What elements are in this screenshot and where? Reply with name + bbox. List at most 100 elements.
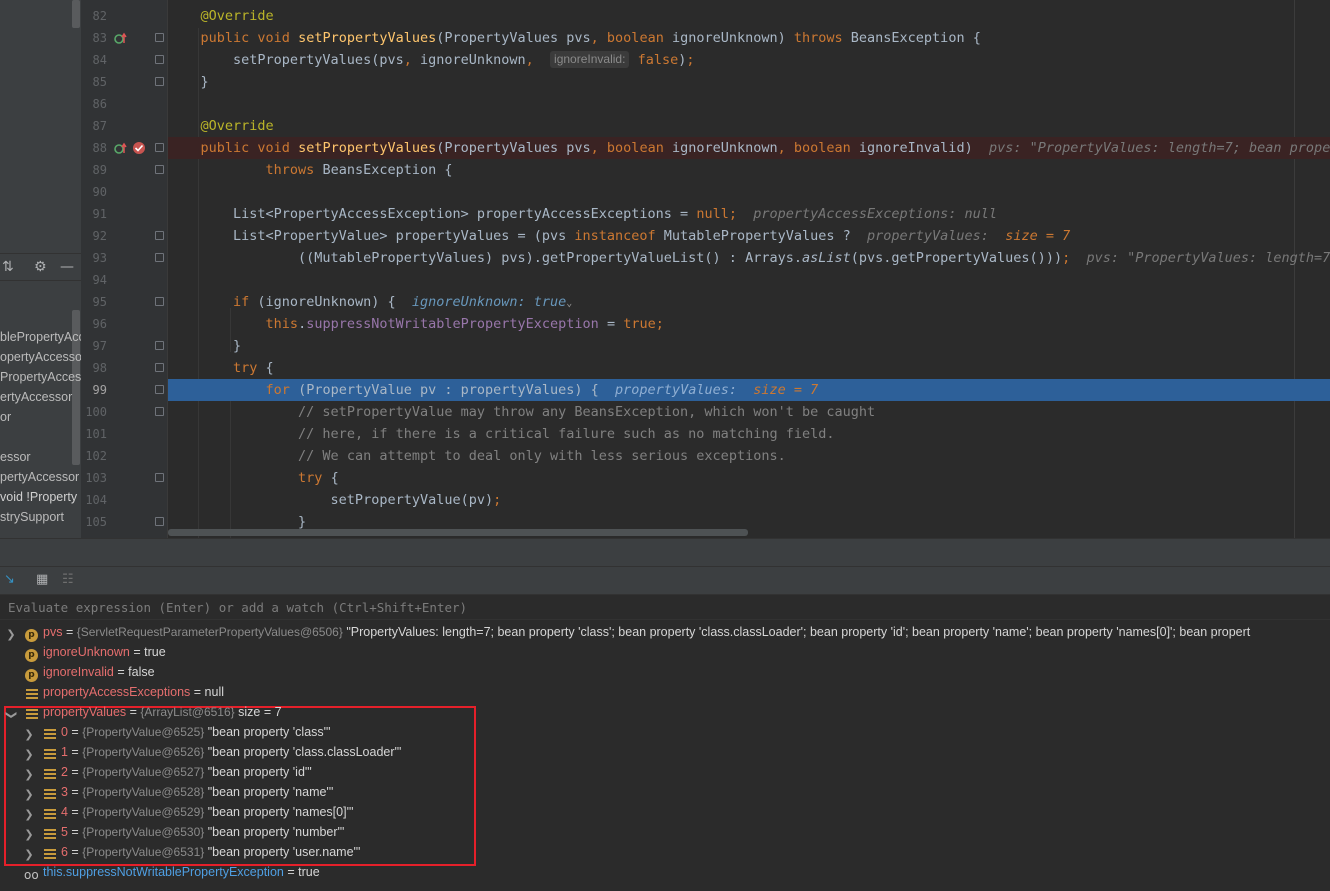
gear-icon[interactable]: ⚙	[34, 259, 47, 275]
code-line: }	[168, 74, 209, 90]
fold-icon[interactable]	[155, 253, 164, 262]
fold-icon[interactable]	[155, 77, 164, 86]
fold-icon[interactable]	[155, 473, 164, 482]
line-number: 91	[92, 207, 107, 221]
tree-item[interactable]: blePropertyAcc	[0, 330, 81, 350]
expand-icon[interactable]: ❯	[23, 785, 35, 805]
line-number: 96	[92, 317, 107, 331]
fold-icon[interactable]	[155, 363, 164, 372]
fold-icon[interactable]	[155, 517, 164, 526]
parameter-icon: p	[25, 629, 38, 642]
fold-icon[interactable]	[155, 341, 164, 350]
code-comment: // We can attempt to deal only with less…	[298, 448, 786, 464]
variable-row[interactable]: ❯ propertyValues = {ArrayList@6516} size…	[0, 705, 1330, 725]
tree-item[interactable]: void !Property	[0, 490, 81, 510]
expand-icon[interactable]: ❯	[23, 805, 35, 825]
breakpoint-icon[interactable]	[131, 141, 147, 155]
expand-icon[interactable]: ❯	[23, 725, 35, 745]
tree-item[interactable]: or	[0, 410, 81, 430]
minimize-icon[interactable]: —	[60, 259, 74, 275]
fold-icon[interactable]	[155, 407, 164, 416]
element-value: "bean property 'user.name'"	[207, 845, 361, 859]
expand-icon[interactable]: ❯	[23, 845, 35, 865]
debug-toolbar: ↘ ▦ ☷	[0, 566, 1330, 594]
element-index: 6	[61, 845, 68, 859]
tree-item[interactable]: stryS​upport	[0, 510, 81, 530]
parameter-hint: ignoreInvalid:	[550, 51, 630, 68]
step-into-icon[interactable]: ↘	[4, 572, 15, 587]
local-variable-icon	[26, 689, 38, 701]
tree-item[interactable]: opertyAccessor	[0, 350, 81, 370]
list-element-row[interactable]: ❯ 6 = {PropertyValue@6531} "bean propert…	[0, 845, 1330, 865]
list-element-row[interactable]: ❯ 1 = {PropertyValue@6526} "bean propert…	[0, 745, 1330, 765]
expand-icon[interactable]: ❯	[23, 745, 35, 765]
list-element-row[interactable]: ❯ 0 = {PropertyValue@6525} "bean propert…	[0, 725, 1330, 745]
element-value: "bean property 'name'"	[207, 785, 334, 799]
expand-icon[interactable]: ❯	[5, 625, 17, 645]
list-element-row[interactable]: ❯ 4 = {PropertyValue@6529} "bean propert…	[0, 805, 1330, 825]
element-icon	[44, 749, 56, 761]
code-line: }	[168, 338, 242, 354]
editor-horizontal-scrollbar[interactable]	[168, 529, 748, 536]
list-element-row[interactable]: ❯ 5 = {PropertyValue@6530} "bean propert…	[0, 825, 1330, 845]
collapse-all-icon[interactable]: ⇅	[2, 259, 14, 275]
element-index: 5	[61, 825, 68, 839]
element-icon	[44, 809, 56, 821]
fold-icon[interactable]	[155, 33, 164, 42]
line-number: 92	[92, 229, 107, 243]
element-type: {PropertyValue@6529}	[82, 805, 205, 819]
expand-icon[interactable]: ❯	[23, 765, 35, 785]
variable-row[interactable]: ❯ p pvs = {ServletRequestParameterProper…	[0, 625, 1330, 645]
tree-item[interactable]: pertyAccessor	[0, 470, 81, 490]
list-element-row[interactable]: ❯ 2 = {PropertyValue@6527} "bean propert…	[0, 765, 1330, 785]
chevron-down-icon[interactable]: ⌄	[566, 298, 572, 309]
line-number: 100	[85, 405, 107, 419]
evaluate-expression-input[interactable]	[0, 595, 1330, 619]
implements-icon[interactable]	[114, 32, 128, 46]
watch-row[interactable]: oo this.suppressNotWritablePropertyExcep…	[0, 865, 1330, 885]
line-number: 101	[85, 427, 107, 441]
fold-icon[interactable]	[155, 143, 164, 152]
fold-icon[interactable]	[155, 55, 164, 64]
editor-gutter[interactable]: 82 83 84 85 86 87 88 89 90 91 92 93 94 9…	[81, 0, 168, 538]
tree-item[interactable]: essor	[0, 450, 81, 470]
project-scrollbar-top[interactable]	[72, 0, 80, 28]
variable-row[interactable]: propertyAccessExceptions = null	[0, 685, 1330, 705]
element-type: {PropertyValue@6531}	[82, 845, 205, 859]
variable-value: size = 7	[238, 705, 282, 719]
tree-item[interactable]	[0, 430, 81, 450]
list-element-row[interactable]: ❯ 3 = {PropertyValue@6528} "bean propert…	[0, 785, 1330, 805]
code-line: ((MutablePropertyValues) pvs).getPropert…	[168, 247, 1330, 269]
code-line: @Override	[200, 118, 274, 134]
code-line: // We can attempt to deal only with less…	[168, 445, 1330, 467]
element-type: {PropertyValue@6526}	[82, 745, 205, 759]
expand-icon[interactable]: ❯	[23, 825, 35, 845]
fold-icon[interactable]	[155, 297, 164, 306]
code-editor[interactable]: @Override public void setPropertyValues(…	[168, 0, 1330, 538]
implements-icon[interactable]	[114, 142, 128, 156]
line-number: 87	[92, 119, 107, 133]
element-value: "bean property 'number'"	[207, 825, 345, 839]
element-icon	[44, 729, 56, 741]
line-number: 86	[92, 97, 107, 111]
variable-row[interactable]: p ignoreInvalid = false	[0, 665, 1330, 685]
table-view-icon[interactable]: ▦	[36, 572, 48, 587]
project-toolbar: ⇅ ⚙ —	[0, 253, 81, 281]
inline-debug-hint: pvs: "PropertyValues: length=7; bean pro…	[988, 140, 1330, 156]
code-comment: // setPropertyValue may throw any BeansE…	[298, 404, 876, 420]
fold-icon[interactable]	[155, 231, 164, 240]
layout-icon[interactable]: ☷	[62, 572, 74, 587]
code-line: if (ignoreUnknown) { ignoreUnknown: true…	[233, 294, 573, 310]
tree-item[interactable]: ertyAccessor	[0, 390, 81, 410]
collapse-icon[interactable]: ❯	[1, 709, 21, 721]
fold-icon[interactable]	[155, 165, 164, 174]
watch-value: = true	[287, 865, 320, 879]
code-line: public void setPropertyValues(PropertyVa…	[200, 30, 981, 46]
variable-row[interactable]: p ignoreUnknown = true	[0, 645, 1330, 665]
code-line: // here, if there is a critical failure …	[168, 423, 1330, 445]
tree-item[interactable]: PropertyAcces	[0, 370, 81, 390]
fold-icon[interactable]	[155, 385, 164, 394]
variables-panel: ❯ p pvs = {ServletRequestParameterProper…	[0, 620, 1330, 891]
code-line-execution-point: for (PropertyValue pv : propertyValues) …	[168, 379, 1330, 401]
element-index: 0	[61, 725, 68, 739]
